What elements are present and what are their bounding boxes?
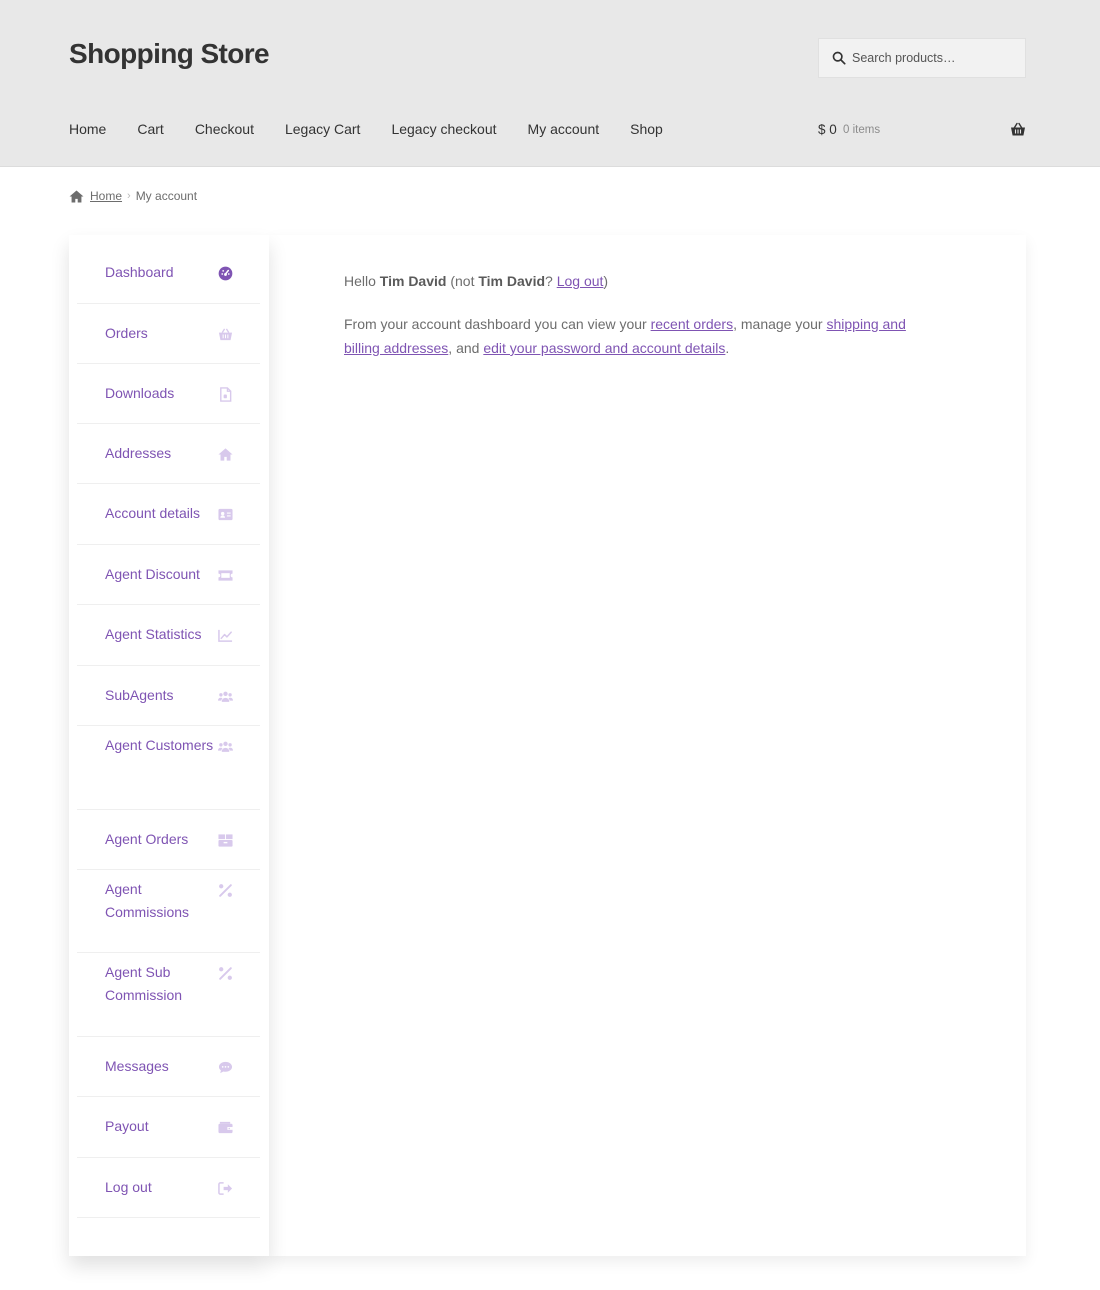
hello-text: Hello xyxy=(344,273,376,289)
account-nav-subagents[interactable]: SubAgents xyxy=(77,666,260,726)
dashboard-intro: From your account dashboard you can view… xyxy=(344,312,944,360)
users-icon xyxy=(217,738,233,754)
dashboard-content: Hello Tim David (not Tim David? Log out)… xyxy=(344,269,944,379)
account-nav-downloads[interactable]: Downloads xyxy=(77,364,260,424)
nav-home[interactable]: Home xyxy=(69,121,106,137)
breadcrumb-current: My account xyxy=(135,189,198,203)
ticket-icon xyxy=(217,567,233,583)
account-nav-messages[interactable]: Messages xyxy=(77,1037,260,1097)
file-icon xyxy=(217,386,233,402)
percent-icon xyxy=(217,965,233,981)
account-nav-label: Account details xyxy=(105,505,200,521)
account-nav-label: Agent Discount xyxy=(105,566,200,582)
site-title[interactable]: Shopping Store xyxy=(69,38,270,70)
search-icon xyxy=(832,51,846,65)
account-nav-agent-sub-commission[interactable]: Agent Sub Commission xyxy=(77,953,260,1037)
account-nav-label: Agent Orders xyxy=(105,831,189,847)
account-nav-agent-customers[interactable]: Agent Customers xyxy=(77,726,260,810)
cart-amount: $ 0 xyxy=(818,122,837,137)
question-mark: ? xyxy=(545,273,553,289)
home-icon xyxy=(217,446,233,462)
basket-icon[interactable] xyxy=(1010,122,1026,137)
intro-text: From your account dashboard you can view… xyxy=(344,316,647,332)
edit-account-details-link[interactable]: edit your password and account details xyxy=(483,340,725,356)
site-header: Shopping Store Home Cart Checkout Legacy… xyxy=(0,0,1100,167)
home-icon xyxy=(69,189,84,203)
account-nav-log-out[interactable]: Log out xyxy=(77,1158,260,1218)
logout-link[interactable]: Log out xyxy=(557,273,604,289)
account-nav-addresses[interactable]: Addresses xyxy=(77,424,260,484)
account-content-card xyxy=(269,235,1026,1256)
basket-icon xyxy=(217,326,233,342)
manage-text: , manage your xyxy=(733,316,823,332)
sign-out-icon xyxy=(217,1180,233,1196)
recent-orders-link[interactable]: recent orders xyxy=(651,316,733,332)
account-nav-label: Downloads xyxy=(105,385,175,401)
account-nav-label: Orders xyxy=(105,325,148,341)
not-user-text: (not xyxy=(450,273,475,289)
account-nav-dashboard[interactable]: Dashboard xyxy=(77,243,260,304)
account-nav-agent-commissions[interactable]: Agent Commissions xyxy=(77,870,260,953)
search-input[interactable] xyxy=(852,51,1012,65)
close-paren: ) xyxy=(603,273,609,289)
hello-message: Hello Tim David (not Tim David? Log out) xyxy=(344,269,944,293)
nav-legacy-cart[interactable]: Legacy Cart xyxy=(285,121,360,137)
account-nav-label: Agent Commissions xyxy=(105,881,190,920)
account-nav-agent-orders[interactable]: Agent Orders xyxy=(77,810,260,870)
and-text: , and xyxy=(448,340,480,356)
account-nav-orders[interactable]: Orders xyxy=(77,304,260,364)
period: . xyxy=(725,340,730,356)
nav-cart[interactable]: Cart xyxy=(137,121,163,137)
breadcrumb-home-link[interactable]: Home xyxy=(90,189,122,203)
breadcrumb-separator: › xyxy=(127,190,131,202)
boxes-icon xyxy=(217,832,233,848)
breadcrumb: Home › My account xyxy=(69,189,197,203)
users-icon xyxy=(217,688,233,704)
account-nav-label: Messages xyxy=(105,1058,169,1074)
account-nav-label: Dashboard xyxy=(105,264,174,280)
chart-line-icon xyxy=(217,627,233,643)
header-cart[interactable]: $ 0 0 items xyxy=(818,121,1026,141)
account-nav-label: Agent Sub Commission xyxy=(105,964,183,1003)
account-navigation: Dashboard Orders Downloads Addresses Acc… xyxy=(69,235,269,1256)
user-name: Tim David xyxy=(379,273,447,289)
comment-icon xyxy=(217,1059,233,1075)
account-nav-label: Payout xyxy=(105,1118,149,1134)
account-nav-label: Agent Statistics xyxy=(105,626,202,642)
nav-shop[interactable]: Shop xyxy=(630,121,663,137)
cart-count: 0 items xyxy=(843,124,881,136)
account-nav-label: Agent Customers xyxy=(105,737,214,753)
wallet-icon xyxy=(217,1119,233,1135)
account-nav-label: Log out xyxy=(105,1179,152,1195)
account-nav-label: SubAgents xyxy=(105,687,174,703)
account-nav-account-details[interactable]: Account details xyxy=(77,484,260,545)
percent-icon xyxy=(217,882,233,898)
id-card-icon xyxy=(217,506,233,522)
account-nav-agent-discount[interactable]: Agent Discount xyxy=(77,545,260,605)
account-nav-agent-statistics[interactable]: Agent Statistics xyxy=(77,605,260,666)
main-nav: Home Cart Checkout Legacy Cart Legacy ch… xyxy=(69,121,694,137)
dashboard-icon xyxy=(217,265,233,281)
nav-my-account[interactable]: My account xyxy=(528,121,600,137)
not-user-name: Tim David xyxy=(478,273,546,289)
account-nav-label: Addresses xyxy=(105,445,172,461)
nav-legacy-checkout[interactable]: Legacy checkout xyxy=(391,121,496,137)
nav-checkout[interactable]: Checkout xyxy=(195,121,254,137)
search-box[interactable] xyxy=(818,38,1026,78)
account-nav-payout[interactable]: Payout xyxy=(77,1097,260,1158)
